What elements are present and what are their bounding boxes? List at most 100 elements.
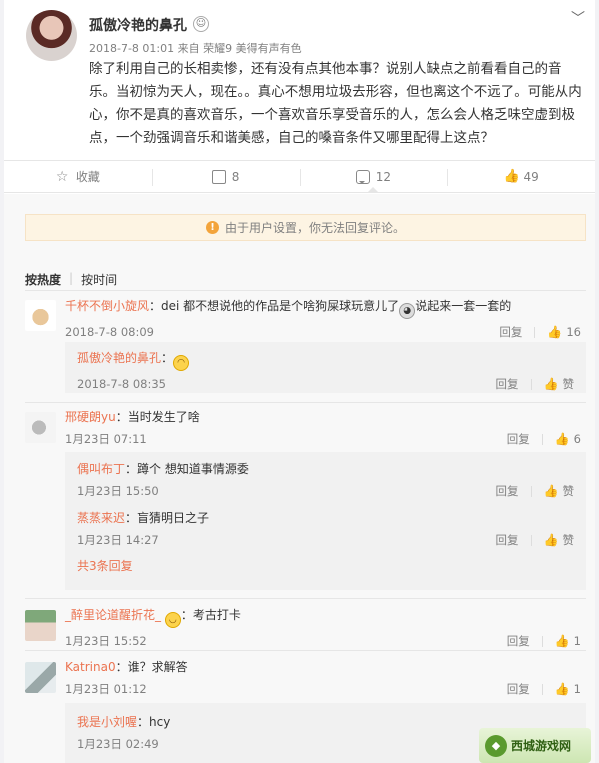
thumbs-up-icon: 👍 <box>554 432 570 446</box>
repost-count: 8 <box>231 169 240 184</box>
comment-time: 1月23日 01:12 <box>65 682 147 696</box>
reply-text: hcy <box>149 715 171 729</box>
commenter-name[interactable]: Katrina0 <box>65 660 116 674</box>
reply-text: 蹲个 想知道事情源委 <box>137 462 249 476</box>
action-separator <box>541 433 543 445</box>
action-separator <box>541 683 543 695</box>
reply-item: 蒸蒸来迟：盲猜明日之子 1月23日 14:27 回复 👍 赞 <box>77 511 574 548</box>
sort-tabs: 按热度 | 按时间 <box>25 271 117 288</box>
commenter-name[interactable]: _醉里论道醒折花_ <box>65 608 161 622</box>
reply-button[interactable]: 回复 <box>496 532 519 548</box>
thumbs-up-icon: 👍 <box>554 634 570 648</box>
reply-button[interactable]: 回复 <box>496 376 519 392</box>
thumbs-up-icon: 👍 <box>543 377 559 391</box>
reply-button[interactable]: 回复 <box>496 483 519 499</box>
reply-like-label: 赞 <box>562 484 575 498</box>
comment-text: 考古打卡 <box>192 608 241 622</box>
comment-text: dei 都不想说他的作品是个啥狗屎球玩意儿了 <box>161 299 400 313</box>
warning-icon: ! <box>205 221 219 234</box>
comment-divider <box>25 598 586 599</box>
more-replies-link[interactable]: 共3条回复 <box>77 557 574 574</box>
replier-name[interactable]: 我是小刘喔 <box>77 715 137 729</box>
commenter-avatar[interactable] <box>25 610 56 641</box>
commenter-avatar[interactable] <box>25 662 56 693</box>
reply-disabled-notice: ! 由于用户设置，你无法回复评论。 <box>25 214 586 241</box>
sort-by-hot-tab[interactable]: 按热度 <box>25 271 61 288</box>
reply-like-button[interactable]: 👍 赞 <box>544 376 574 392</box>
reply-like-label: 赞 <box>562 377 575 391</box>
action-separator <box>530 534 532 546</box>
sort-by-time-tab[interactable]: 按时间 <box>81 271 117 288</box>
like-button[interactable]: 👍 49 <box>447 161 595 192</box>
comment-like-button[interactable]: 👍 1 <box>555 682 581 696</box>
action-separator <box>530 485 532 497</box>
reply-time: 1月23日 14:27 <box>77 533 159 547</box>
sort-divider <box>25 290 586 291</box>
reply-button[interactable]: 回复 <box>507 681 530 697</box>
replier-name[interactable]: 蒸蒸来迟 <box>77 511 125 525</box>
comment-text: 谁？求解答 <box>127 660 188 674</box>
more-replies-label[interactable]: 共3条回复 <box>77 559 133 573</box>
commenter-avatar[interactable] <box>25 412 56 443</box>
notice-text: 由于用户设置，你无法回复评论。 <box>224 221 405 235</box>
favorite-button[interactable]: ☆ 收藏 <box>4 161 152 192</box>
reply-item: 偶叫布丁：蹲个 想知道事情源委 1月23日 15:50 回复 👍 赞 <box>77 462 574 499</box>
thumbs-up-icon: 👍 <box>543 484 559 498</box>
emoji-icon: ◕ <box>399 303 416 319</box>
thumbs-up-icon: 👍 <box>547 325 563 339</box>
reply-like-button[interactable]: 👍 赞 <box>544 483 574 499</box>
star-icon: ☆ <box>55 168 69 185</box>
comment-like-count: 1 <box>573 682 581 696</box>
comment-like-count: 6 <box>573 432 581 446</box>
comment-text: 当时发生了啥 <box>127 410 200 424</box>
repost-icon <box>211 169 226 184</box>
action-separator <box>530 378 532 390</box>
post-meta: 2018-7-8 01:01 来自 荣耀9 美得有声有色 <box>89 42 302 55</box>
comment-like-button[interactable]: 👍 6 <box>555 432 581 446</box>
emoji-icon: ◡ <box>164 612 181 628</box>
comment-area: ! 由于用户设置，你无法回复评论。 按热度 | 按时间 千杯不倒小旋风：dei … <box>4 194 595 763</box>
reply-list: 偶叫布丁：蹲个 想知道事情源委 1月23日 15:50 回复 👍 赞 蒸蒸来迟：盲… <box>65 452 586 590</box>
reply-time: 2018-7-8 08:35 <box>77 377 166 391</box>
post-header: 孤傲冷艳的鼻孔 ☺ 2018-7-8 01:01 来自 荣耀9 美得有声有色 ﹀… <box>4 0 595 160</box>
reply-like-button[interactable]: 👍 赞 <box>544 532 574 548</box>
reply-like-label: 赞 <box>562 533 575 547</box>
repost-button[interactable]: 8 <box>151 161 300 192</box>
reply-item: 孤傲冷艳的鼻孔： ◠ 2018-7-8 08:35 回复 👍 赞 <box>65 342 586 393</box>
author-avatar[interactable] <box>26 10 77 61</box>
reply-time: 1月23日 02:49 <box>77 737 159 751</box>
thumbs-up-icon: 👍 <box>554 682 570 696</box>
comment-like-button[interactable]: 👍 1 <box>555 634 581 648</box>
sort-separator: | <box>69 271 74 285</box>
comment-icon <box>355 169 370 184</box>
author-name[interactable]: 孤傲冷艳的鼻孔 <box>89 15 187 35</box>
action-separator <box>541 635 543 647</box>
watermark-text: 西城游戏网 <box>511 739 572 753</box>
action-separator <box>534 326 536 338</box>
reply-button[interactable]: 回复 <box>507 633 530 649</box>
chevron-down-icon[interactable]: ﹀ <box>571 8 585 28</box>
comment-like-count: 1 <box>573 634 581 648</box>
comment-count: 12 <box>375 169 392 184</box>
favorite-label: 收藏 <box>75 170 100 184</box>
comment-like-button[interactable]: 👍 16 <box>547 325 581 339</box>
comment-divider <box>25 402 586 403</box>
like-count: 49 <box>523 169 539 184</box>
commenter-name[interactable]: 千杯不倒小旋风 <box>65 299 149 313</box>
comment-button[interactable]: 12 <box>299 161 448 193</box>
reply-button[interactable]: 回复 <box>507 431 530 447</box>
replier-name[interactable]: 孤傲冷艳的鼻孔 <box>77 351 161 365</box>
thumbs-up-icon: 👍 <box>503 168 520 184</box>
thumbs-up-icon: 👍 <box>543 533 559 547</box>
comment-time: 1月23日 07:11 <box>65 432 147 446</box>
membership-icon: ☺ <box>193 16 209 32</box>
commenter-avatar[interactable] <box>25 300 56 331</box>
post-action-bar: ☆ 收藏 8 12 👍 49 <box>4 160 595 193</box>
comment-time: 1月23日 15:52 <box>65 634 147 648</box>
site-watermark: ◆ 西城游戏网 <box>479 728 591 763</box>
reply-button[interactable]: 回复 <box>499 324 522 340</box>
comment-time: 2018-7-8 08:09 <box>65 325 154 339</box>
replier-name[interactable]: 偶叫布丁 <box>77 462 125 476</box>
commenter-name[interactable]: 邢硬朗yu <box>65 410 116 424</box>
laughing-emoji-icon: ◠ <box>173 355 190 371</box>
